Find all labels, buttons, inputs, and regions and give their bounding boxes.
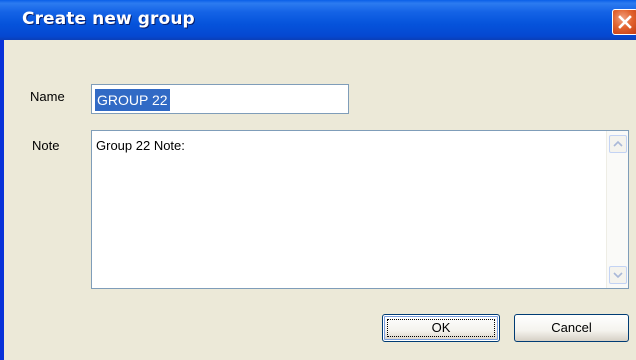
- dialog-title: Create new group: [22, 9, 195, 29]
- name-input[interactable]: GROUP 22: [91, 84, 349, 114]
- cancel-button-label: Cancel: [551, 320, 592, 335]
- scroll-down-button[interactable]: [609, 266, 627, 284]
- name-label: Name: [30, 89, 65, 104]
- ok-button[interactable]: OK: [382, 314, 500, 342]
- scroll-down-arrow-icon: [613, 272, 623, 279]
- note-scrollbar[interactable]: [606, 131, 628, 288]
- ok-button-label: OK: [431, 320, 451, 335]
- note-textarea-value: Group 22 Note:: [96, 138, 185, 153]
- name-input-value: GROUP 22: [95, 89, 170, 111]
- create-group-dialog: Create new group Name GROUP 22 Note Grou…: [0, 0, 636, 360]
- close-button[interactable]: [612, 9, 636, 35]
- note-label: Note: [32, 138, 60, 153]
- title-bar[interactable]: Create new group: [0, 0, 636, 40]
- cancel-button[interactable]: Cancel: [514, 314, 629, 342]
- note-textarea[interactable]: Group 22 Note:: [91, 130, 629, 289]
- scroll-up-arrow-icon: [613, 140, 623, 147]
- close-icon: [618, 15, 632, 29]
- scroll-up-button[interactable]: [609, 135, 627, 153]
